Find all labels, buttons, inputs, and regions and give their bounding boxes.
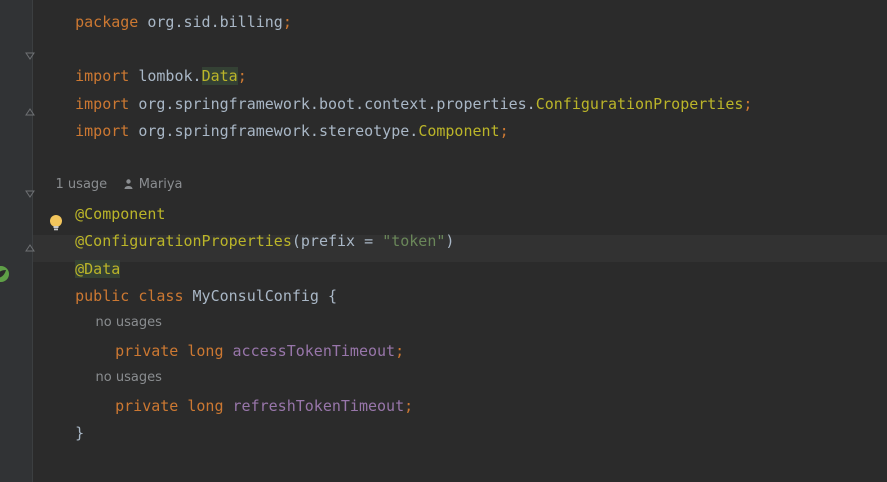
field-type: long: [187, 397, 224, 415]
code-editor[interactable]: package org.sid.billing; import lombok.D…: [0, 0, 887, 482]
prefix-string: "token": [382, 232, 446, 250]
fold-icon[interactable]: [25, 189, 35, 199]
fold-icon[interactable]: [25, 107, 35, 117]
package-keyword: package: [75, 13, 139, 31]
package-name: org.sid.billing: [147, 13, 283, 31]
field-line-refresh-token-timeout[interactable]: private long refreshTokenTimeout;: [79, 376, 413, 436]
class-name: MyConsulConfig: [192, 287, 319, 305]
field-name: accessTokenTimeout: [232, 342, 396, 360]
import-class-name: ConfigurationProperties: [535, 95, 744, 113]
import-line-component[interactable]: import org.springframework.stereotype.Co…: [39, 101, 509, 161]
import-semicolon: ;: [499, 122, 509, 140]
open-brace: {: [318, 287, 338, 305]
annotation-args-open: (prefix =: [291, 232, 383, 250]
spring-bean-icon[interactable]: [0, 265, 10, 283]
close-brace: }: [75, 424, 85, 442]
import-semicolon: ;: [743, 95, 753, 113]
package-semicolon: ;: [282, 13, 292, 31]
field-semicolon: ;: [395, 342, 405, 360]
package-line[interactable]: package org.sid.billing;: [39, 0, 292, 52]
import-keyword: import: [75, 122, 130, 140]
closing-brace-line[interactable]: }: [39, 403, 84, 463]
lightbulb-icon[interactable]: [49, 214, 63, 232]
annotation-args-close: ): [445, 232, 455, 250]
import-class-name: Component: [418, 122, 500, 140]
import-path: org.springframework.stereotype.: [138, 122, 419, 140]
field-type: long: [187, 342, 224, 360]
fold-icon[interactable]: [25, 243, 35, 253]
fold-icon[interactable]: [25, 51, 35, 61]
private-modifier: private: [115, 397, 179, 415]
field-name: refreshTokenTimeout: [232, 397, 405, 415]
editor-gutter[interactable]: [0, 0, 33, 482]
field-semicolon: ;: [404, 397, 414, 415]
